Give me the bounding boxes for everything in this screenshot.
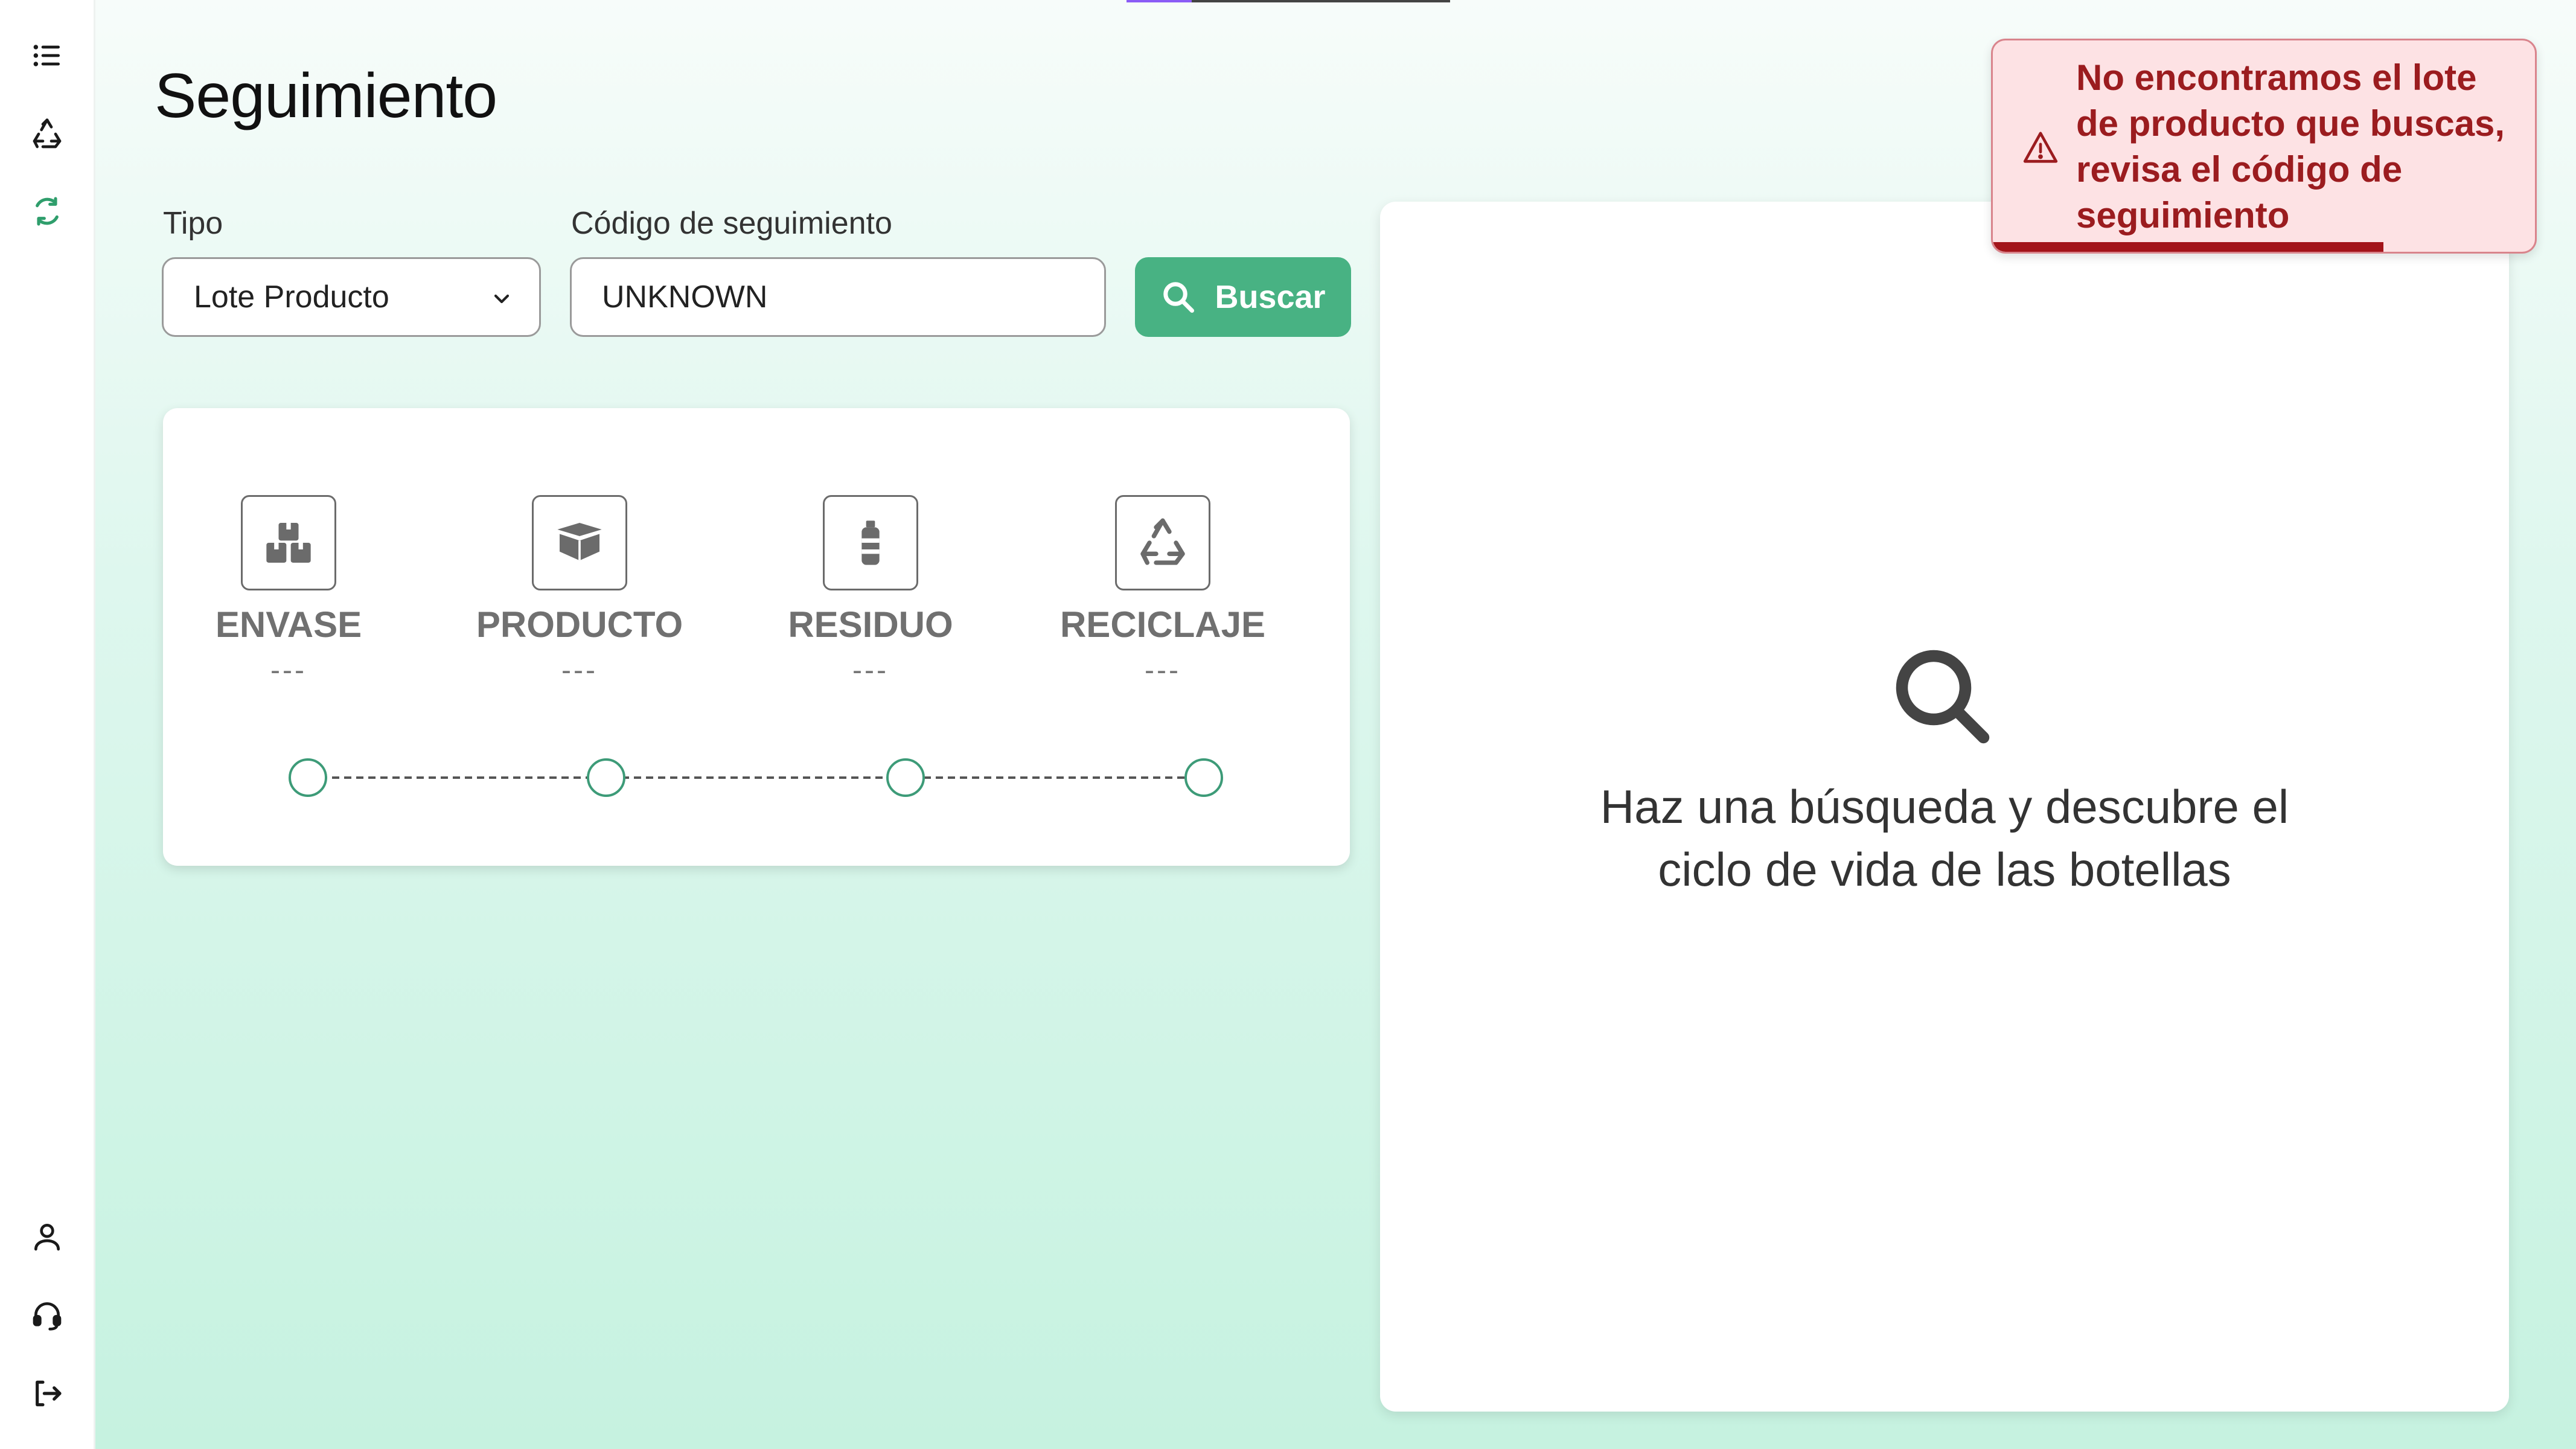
error-toast-progress <box>1993 242 2383 252</box>
sidebar-item-list[interactable] <box>23 31 71 80</box>
chevron-down-icon <box>494 294 510 304</box>
timeline-node-reciclaje <box>1184 758 1223 797</box>
sidebar-item-tracking[interactable] <box>23 187 71 235</box>
page-title: Seguimiento <box>155 61 497 131</box>
type-select[interactable]: Lote Producto <box>162 257 541 337</box>
recycle-active-icon <box>36 197 59 226</box>
tracking-code-input[interactable] <box>570 257 1106 337</box>
sidebar-item-logout[interactable] <box>23 1369 71 1418</box>
timeline-node-envase <box>289 758 327 797</box>
sidebar-item-profile[interactable] <box>23 1212 71 1261</box>
search-icon <box>1163 282 1195 313</box>
headset-icon <box>33 1302 62 1331</box>
lifecycle-stages-card: ENVASE --- PRODUCTO --- RESIDUO --- RECI… <box>163 408 1350 866</box>
code-label: Código de seguimiento <box>571 206 892 241</box>
user-icon <box>34 1224 60 1251</box>
sidebar <box>0 0 95 1449</box>
search-icon <box>1896 650 1990 744</box>
recycle-icon <box>33 118 62 149</box>
timeline-node-residuo <box>886 758 925 797</box>
logout-icon <box>36 1380 62 1407</box>
sidebar-item-support[interactable] <box>23 1291 71 1339</box>
warning-icon <box>2023 132 2058 163</box>
result-panel: Haz una búsqueda y descubre el ciclo de … <box>1380 202 2509 1412</box>
error-toast[interactable]: No encontramos el lote de producto que b… <box>1991 39 2537 254</box>
type-label: Tipo <box>163 206 223 241</box>
sidebar-item-recycle[interactable] <box>23 110 71 158</box>
timeline-node-producto <box>587 758 625 797</box>
type-select-value: Lote Producto <box>194 280 389 315</box>
empty-state-message: Haz una búsqueda y descubre el ciclo de … <box>1600 780 2289 896</box>
search-button-label: Buscar <box>1215 279 1326 315</box>
error-toast-message: No encontramos el lote de producto que b… <box>2076 57 2505 235</box>
top-progress-track <box>1192 0 1450 2</box>
lifecycle-timeline <box>289 758 1223 797</box>
list-icon <box>33 45 60 66</box>
search-button[interactable]: Buscar <box>1135 257 1351 337</box>
top-progress-accent <box>1127 0 1192 2</box>
